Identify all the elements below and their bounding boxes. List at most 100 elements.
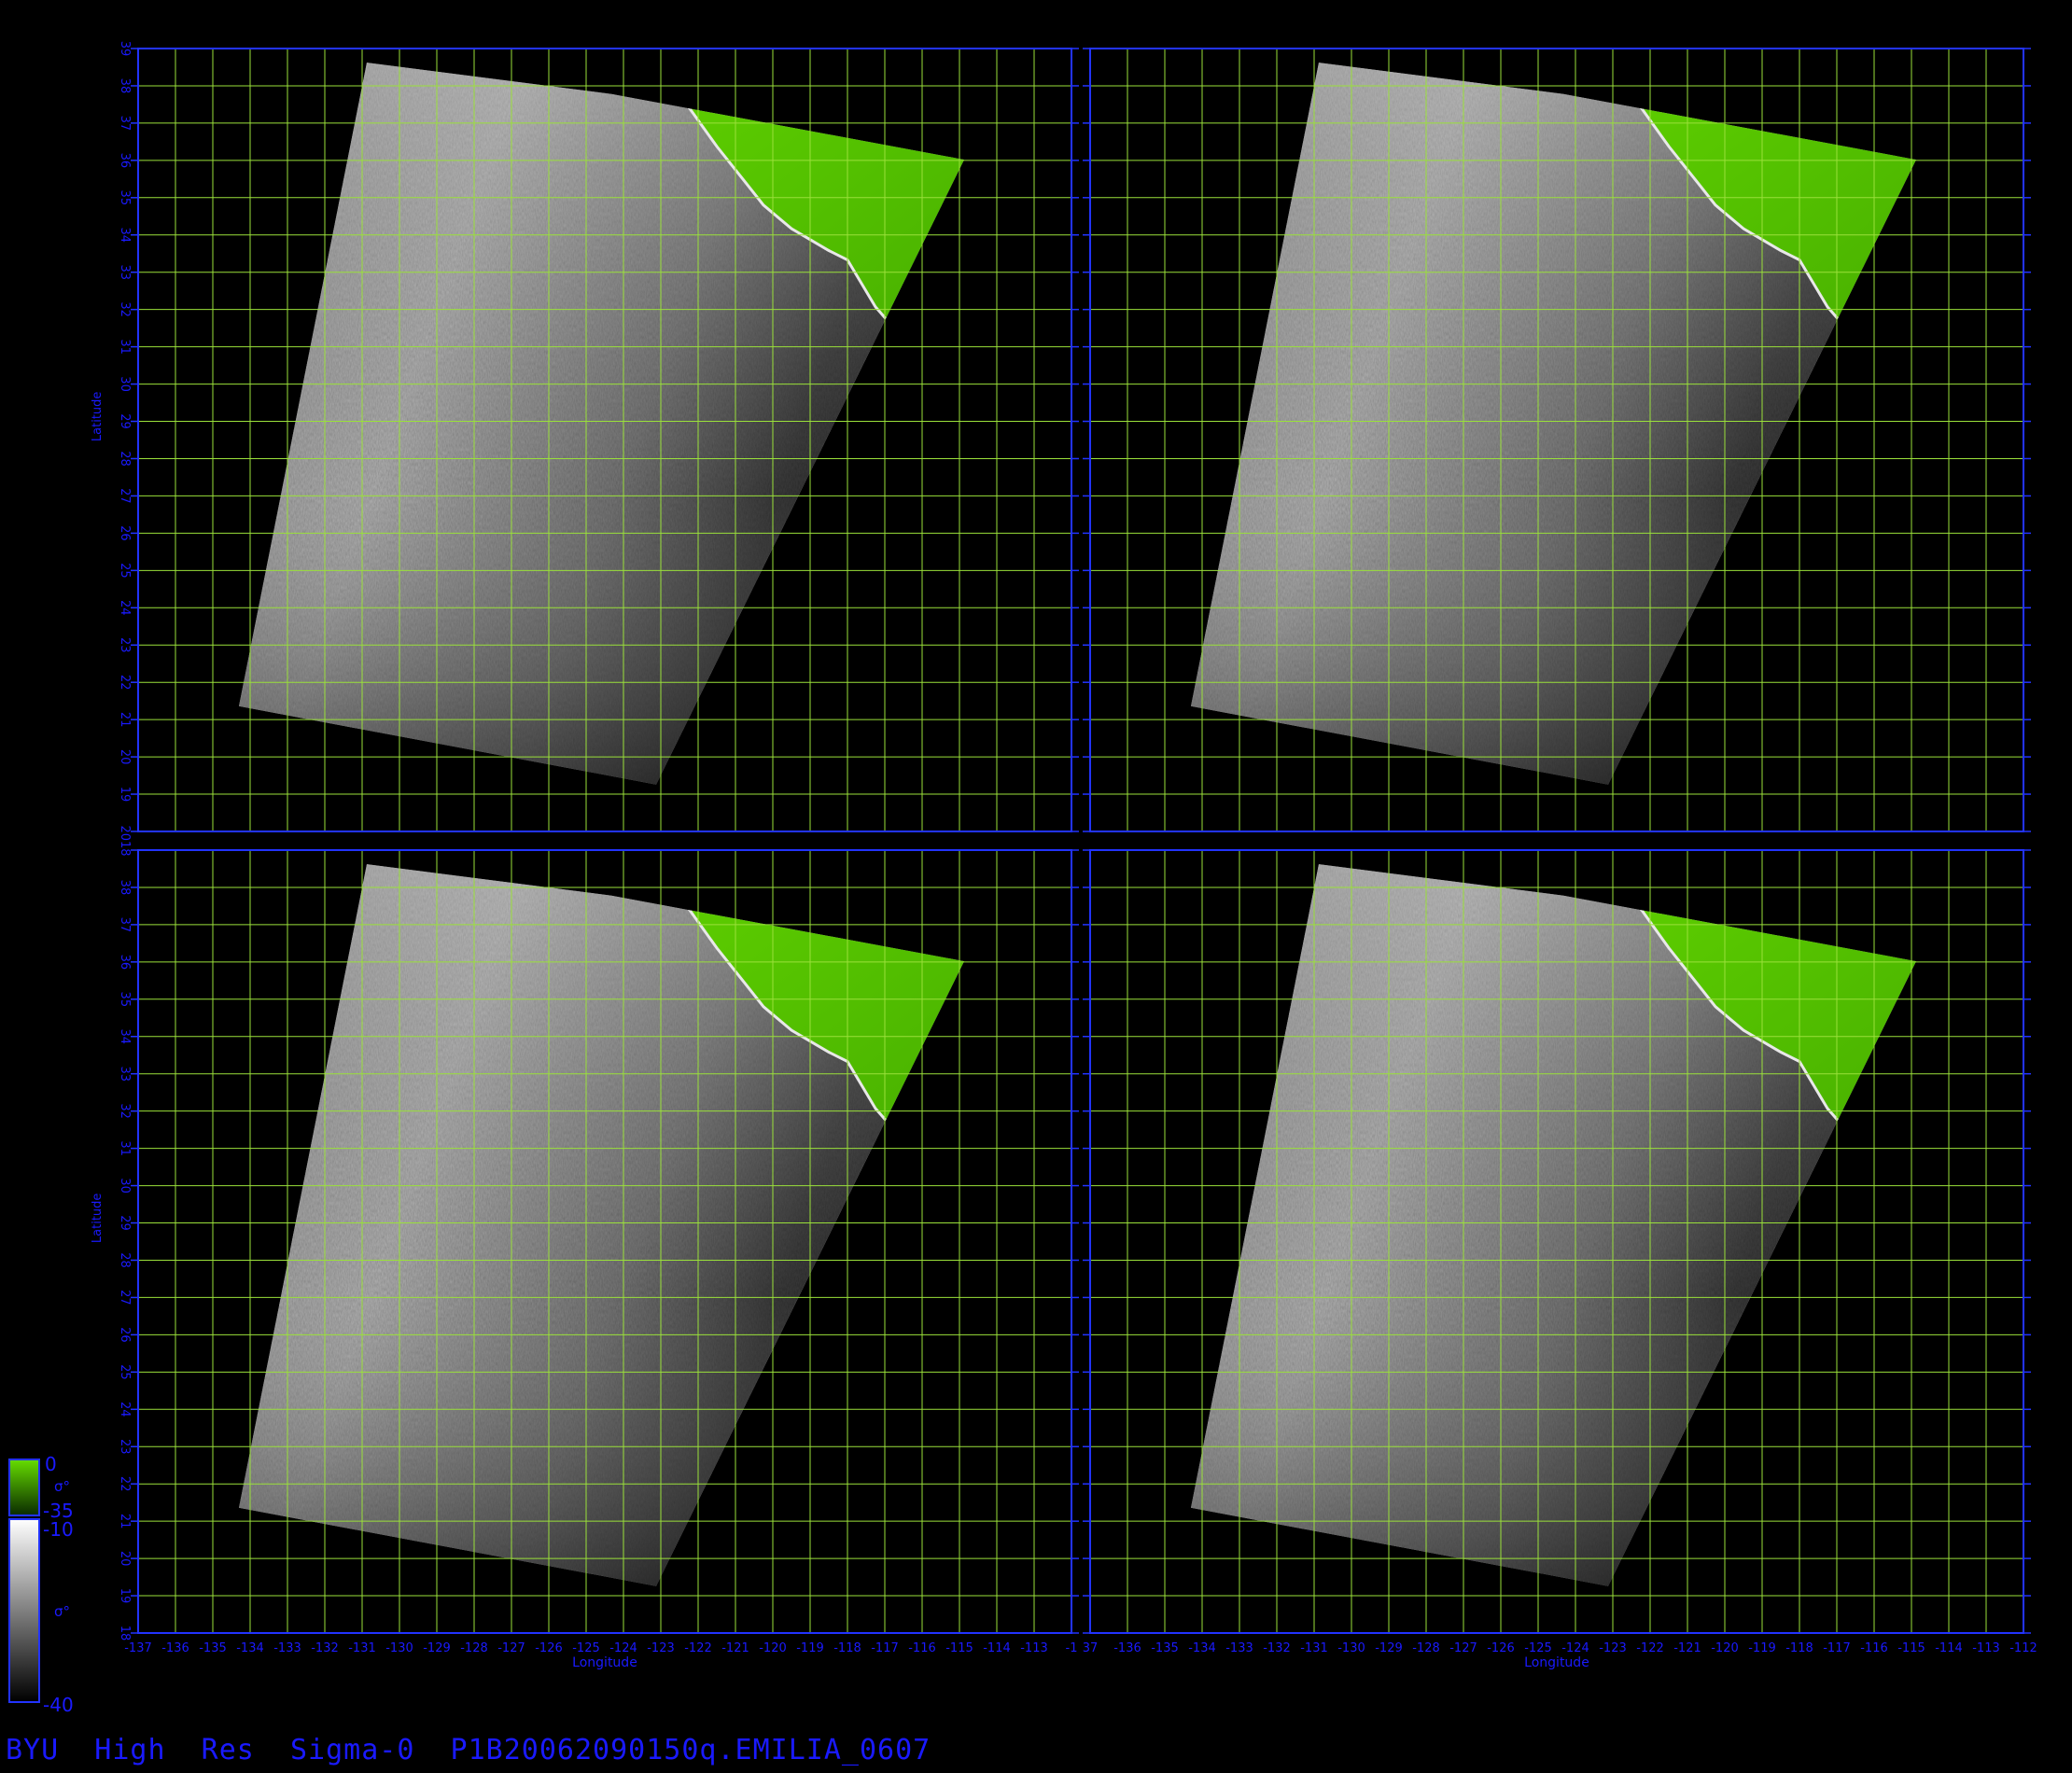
lat-tick-label: 19: [118, 787, 132, 803]
colorbar-green-top-label: 0: [45, 1453, 57, 1475]
lon-tick-label: -127: [497, 1641, 525, 1655]
lon-tick-label: -128: [1412, 1641, 1440, 1655]
colorbar-gray-bottom-label: -40: [43, 1694, 74, 1716]
map-panel-bottom-right: [1083, 849, 2031, 1634]
colorbar-land-scale: [8, 1459, 40, 1516]
lon-tick-label: -115: [1897, 1641, 1925, 1655]
lat-tick-label: 36: [118, 955, 132, 970]
lat-tick-label: 31: [118, 1140, 132, 1156]
lon-tick-label: -120: [1711, 1641, 1739, 1655]
lat-tick-label: 21: [118, 1514, 132, 1529]
lon-tick-label: -116: [1860, 1641, 1888, 1655]
lat-tick-label: 27: [118, 1290, 132, 1305]
lon-tick-label: -113: [1020, 1641, 1048, 1655]
lat-tick-label: 33: [118, 1066, 132, 1082]
lon-tick-label: -136: [161, 1641, 189, 1655]
lat-tick-label: 32: [118, 1103, 132, 1119]
lon-tick-label: -125: [1524, 1641, 1552, 1655]
map-figure: 19 20 21 22 23 24 25 26 27 28 29 30 31 32 33 34 35 36 37 38…: [8, 41, 2037, 1716]
lon-tick-label: -117: [1823, 1641, 1851, 1655]
lat-tick-label: 37: [118, 917, 132, 933]
lon-tick-label: -131: [1300, 1641, 1328, 1655]
lat-tick-label: 19: [118, 1588, 132, 1604]
longitude-axis-title: Longitude: [572, 1655, 637, 1670]
lon-tick-label: -136: [1113, 1641, 1141, 1655]
lat-tick-label: 33: [118, 264, 132, 280]
lon-tick-label: -120: [759, 1641, 787, 1655]
lon-tick-label: -124: [1561, 1641, 1589, 1655]
lat-tick-label: 37: [118, 116, 132, 132]
lon-tick-label: -121: [1673, 1641, 1701, 1655]
lon-tick-label: -114: [983, 1641, 1011, 1655]
lat-tick-label: 32: [118, 301, 132, 317]
longitude-axis-title: Longitude: [1524, 1655, 1589, 1670]
lon-tick-label: -137: [124, 1641, 152, 1655]
lat-tick-label: 24: [118, 600, 132, 616]
lon-tick-label: -123: [1599, 1641, 1627, 1655]
lat-tick-label: 35: [118, 190, 132, 206]
lon-tick-label: -129: [1375, 1641, 1403, 1655]
lat-tick-label: 28: [118, 451, 132, 467]
lon-tick-label: -125: [572, 1641, 600, 1655]
lon-tick-label: -121: [721, 1641, 749, 1655]
lat-tick-label: 23: [118, 637, 132, 653]
latitude-axis-title-top: Latitude: [91, 392, 105, 442]
lon-tick-label: -114: [1935, 1641, 1963, 1655]
colorbar-green-symbol: σ°: [54, 1478, 70, 1495]
lon-tick-label: -122: [1636, 1641, 1664, 1655]
lon-tick-label: -118: [1785, 1641, 1813, 1655]
lon-tick-label: -131: [348, 1641, 376, 1655]
lon-tick-label: -118: [833, 1641, 861, 1655]
lon-tick-label: -130: [1337, 1641, 1365, 1655]
lon-tick-label: -119: [1748, 1641, 1776, 1655]
lon-tick-label: -124: [609, 1641, 637, 1655]
lat-tick-label: 31: [118, 339, 132, 355]
lat-tick-label: 21: [118, 712, 132, 728]
lat-tick-label: 36: [118, 153, 132, 169]
lat-tick-label: 29: [118, 413, 132, 429]
map-panel-top-right: [1083, 48, 2031, 832]
lon-tick-label: -117: [871, 1641, 899, 1655]
lat-corner-bottom-label: 18: [118, 1626, 132, 1641]
lon-tick-label: -134: [1188, 1641, 1216, 1655]
lat-tick-label: 23: [118, 1439, 132, 1455]
latitude-axis-title-bottom: Latitude: [91, 1194, 105, 1244]
lat-tick-label: 29: [118, 1215, 132, 1231]
colorbar: 0 -35 -10 -40 σ° σ°: [8, 1453, 74, 1716]
colorbar-gray-top-label: -10: [43, 1518, 74, 1541]
figure-title: BYU High Res Sigma-0 P1B20062090150q.EMI…: [6, 1734, 931, 1766]
lat-tick-label: 20: [118, 749, 132, 765]
lat-tick-label: 27: [118, 488, 132, 504]
lon-join-label: -1: [1066, 1641, 1078, 1655]
lon-tick-label: -132: [1263, 1641, 1291, 1655]
lon-tick-label: -135: [199, 1641, 227, 1655]
lat-tick-label: 28: [118, 1252, 132, 1268]
lat-tick-label: 26: [118, 525, 132, 541]
lon-tick-label: -132: [311, 1641, 339, 1655]
lon-tick-label: -119: [796, 1641, 824, 1655]
lat-tick-label: 38: [118, 78, 132, 94]
lat-tick-label: 38: [118, 880, 132, 896]
lon-tick-label: -126: [535, 1641, 563, 1655]
lon-tick-label: -113: [1972, 1641, 2000, 1655]
lat-tick-label: 30: [118, 376, 132, 392]
lat-tick-label: 24: [118, 1402, 132, 1417]
lat-tick-label: 25: [118, 563, 132, 579]
lat-tick-label: 35: [118, 992, 132, 1008]
lon-tick-label: -115: [945, 1641, 973, 1655]
lon-tick-label: -112: [2009, 1641, 2037, 1655]
lon-tick-label: -122: [684, 1641, 712, 1655]
lat-tick-label: 34: [118, 1028, 132, 1044]
lat-tick-label: 22: [118, 1476, 132, 1492]
map-panel-top-left: [131, 48, 1079, 832]
lat-corner-top-label: 39: [118, 41, 132, 57]
lon-tick-label: -134: [236, 1641, 264, 1655]
lon-tick-label: -126: [1487, 1641, 1515, 1655]
lat-tick-label: 26: [118, 1327, 132, 1343]
lat-tick-label: 20: [118, 1551, 132, 1567]
lat-tick-label: 30: [118, 1178, 132, 1194]
lon-tick-label: -130: [385, 1641, 413, 1655]
lon-tick-label: -129: [423, 1641, 451, 1655]
lat-tick-label: 22: [118, 675, 132, 691]
lat-tick-label: 25: [118, 1364, 132, 1380]
